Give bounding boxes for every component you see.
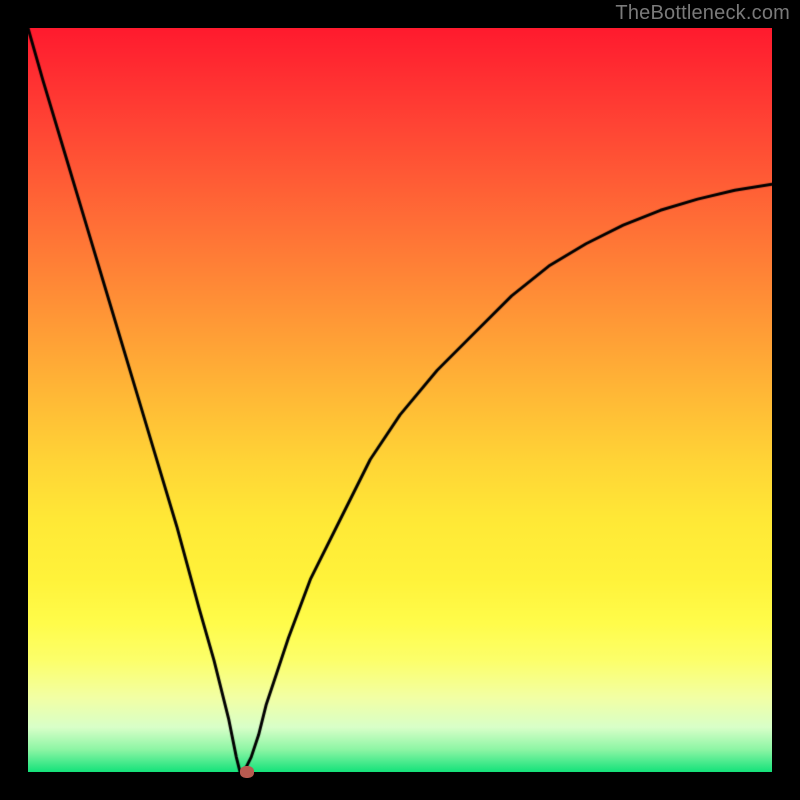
watermark-label: TheBottleneck.com bbox=[615, 2, 790, 25]
chart-frame: TheBottleneck.com bbox=[0, 0, 800, 800]
plot-area bbox=[28, 28, 772, 772]
optimal-point-marker bbox=[240, 766, 254, 778]
bottleneck-curve bbox=[28, 28, 772, 772]
